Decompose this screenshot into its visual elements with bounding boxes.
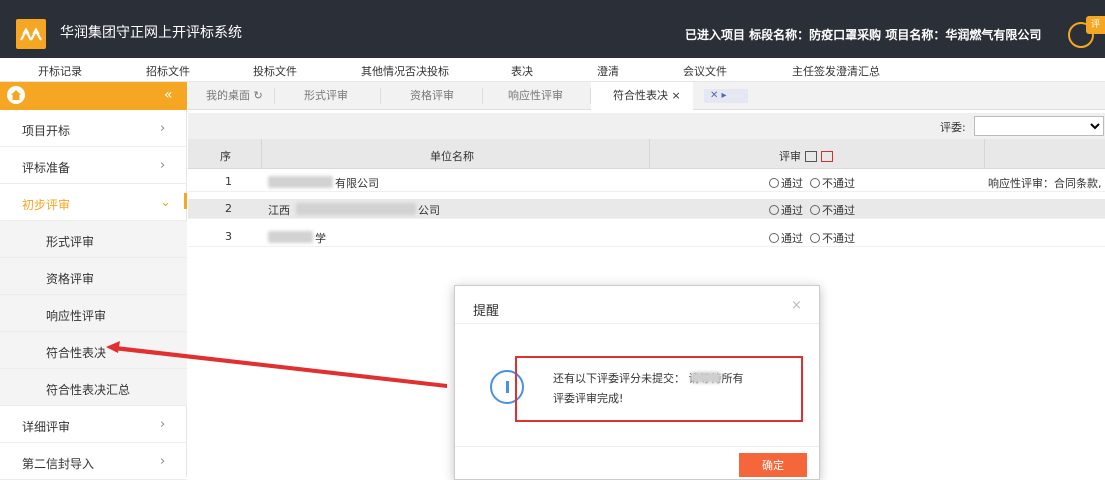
sidebar-item-preliminary-review[interactable]: 初步评审 ⌄ xyxy=(0,184,187,221)
sidebar-item-label: 第二信封导入 xyxy=(22,457,95,471)
unit-name: 江西 xyxy=(268,204,290,217)
sidebar-item-eval-prep[interactable]: 评标准备 › xyxy=(0,147,187,184)
redacted-text xyxy=(296,203,416,215)
column-divider xyxy=(649,139,650,169)
unit-name-suffix: 公司 xyxy=(418,204,440,217)
table-row: 3 学 通过 不通过 xyxy=(188,227,1105,247)
sidebar-item-second-envelope[interactable]: 第二信封导入 › xyxy=(0,443,187,480)
tab-responsiveness-review[interactable]: 响应性评审 xyxy=(508,82,563,110)
radio-fail[interactable]: 不通过 xyxy=(810,230,855,246)
menu-item-vote[interactable]: 表决 xyxy=(511,63,533,79)
logo-icon xyxy=(16,19,46,49)
dialog-divider xyxy=(455,446,819,447)
sidebar-item-project-opening[interactable]: 项目开标 › xyxy=(0,110,187,147)
row-number: 1 xyxy=(225,175,232,188)
chevron-right-icon: › xyxy=(160,417,166,432)
filter-bar: 评委: xyxy=(188,113,1105,139)
tab-qualification-review[interactable]: 资格评审 xyxy=(410,82,454,110)
review-note: 响应性评审：合同条款, xyxy=(988,177,1102,190)
radio-pass[interactable]: 通过 xyxy=(769,175,803,191)
redacted-text xyxy=(268,176,333,188)
dialog-divider xyxy=(455,323,819,324)
column-divider xyxy=(984,139,985,169)
highlight-box xyxy=(515,356,803,422)
radio-pass[interactable]: 通过 xyxy=(769,202,803,218)
tab-divider xyxy=(274,88,275,104)
chevron-right-icon: › xyxy=(160,158,166,173)
tab-scroll-nav[interactable]: ✕ ▸ xyxy=(704,89,748,103)
menu-item-director-summary[interactable]: 主任签发澄清汇总 xyxy=(792,63,880,79)
chevron-down-icon: ⌄ xyxy=(160,195,171,210)
sidebar-item-qualification-review[interactable]: 资格评审 xyxy=(0,258,187,295)
sidebar-item-label: 形式评审 xyxy=(46,235,95,249)
radio-pass[interactable]: 通过 xyxy=(769,230,803,246)
menu-item-opening-record[interactable]: 开标记录 xyxy=(38,63,82,79)
table-row: 2 江西 公司 通过 不通过 xyxy=(188,199,1105,219)
close-icon[interactable]: × xyxy=(791,298,802,313)
project-info: 已进入项目 标段名称：防疫口罩采购 项目名称：华润燃气有限公司 xyxy=(685,28,1042,42)
column-divider xyxy=(261,139,262,169)
sidebar-item-label: 符合性表决汇总 xyxy=(46,383,131,397)
radio-fail[interactable]: 不通过 xyxy=(810,202,855,218)
chevron-right-icon: › xyxy=(160,454,166,469)
ok-button[interactable]: 确定 xyxy=(739,453,807,477)
radio-fail[interactable]: 不通过 xyxy=(810,175,855,191)
tab-my-desktop[interactable]: 我的桌面 ↻ xyxy=(206,82,263,110)
sidebar-header: « xyxy=(0,82,187,110)
menu-item-tender-doc[interactable]: 招标文件 xyxy=(146,63,190,79)
tab-divider xyxy=(380,88,381,104)
reminder-dialog: 提醒 × 还有以下评委评分未提交： 请等待所有 评委评审完成! 确定 xyxy=(454,285,820,480)
approve-all-icon[interactable] xyxy=(805,151,817,162)
sidebar-item-conformity-summary[interactable]: 符合性表决汇总 xyxy=(0,369,187,406)
app-header: 华润集团守正网上开评标系统 已进入项目 标段名称：防疫口罩采购 项目名称：华润燃… xyxy=(0,0,1105,58)
tab-divider xyxy=(482,88,483,104)
sidebar-item-label: 评标准备 xyxy=(22,161,71,175)
tab-bar: 我的桌面 ↻ 形式评审 资格评审 响应性评审 符合性表决 × ✕ ▸ xyxy=(188,82,1105,110)
dialog-title: 提醒 xyxy=(473,304,500,319)
sidebar-item-label: 符合性表决 xyxy=(46,346,107,360)
sidebar-item-label: 初步评审 xyxy=(22,198,71,212)
unit-name: 学 xyxy=(315,232,326,245)
menu-item-other-rejection[interactable]: 其他情况否决投标 xyxy=(361,63,449,79)
sidebar-item-responsiveness-review[interactable]: 响应性评审 xyxy=(0,295,187,332)
tab-conformity-vote[interactable]: 符合性表决 × xyxy=(591,82,693,110)
table-header: 序 单位名称 评审 xyxy=(188,139,1105,169)
chevron-right-icon: › xyxy=(160,121,166,136)
reviewer-label: 评委: xyxy=(940,121,966,134)
sidebar: « 项目开标 › 评标准备 › 初步评审 ⌄ 形式评审 资格评审 响应性评审 符… xyxy=(0,82,187,480)
column-header-no: 序 xyxy=(220,150,231,163)
app-title: 华润集团守正网上开评标系统 xyxy=(60,25,242,41)
menu-item-bid-doc[interactable]: 投标文件 xyxy=(253,63,297,79)
menu-item-meeting-doc[interactable]: 会议文件 xyxy=(683,63,727,79)
tab-form-review[interactable]: 形式评审 xyxy=(304,82,348,110)
sidebar-item-label: 详细评审 xyxy=(22,420,71,434)
column-header-unit-name: 单位名称 xyxy=(430,150,474,163)
sidebar-item-conformity-vote[interactable]: 符合性表决 xyxy=(0,332,187,369)
row-number: 2 xyxy=(225,202,232,215)
sidebar-item-label: 响应性评审 xyxy=(46,309,107,323)
column-header-review: 评审 xyxy=(779,148,833,164)
user-badge: 评 xyxy=(1086,16,1105,34)
reviewer-select[interactable] xyxy=(974,116,1104,136)
home-icon[interactable] xyxy=(7,86,25,104)
unit-name: 有限公司 xyxy=(335,177,379,190)
active-indicator xyxy=(184,193,187,209)
row-number: 3 xyxy=(225,230,232,243)
sidebar-item-label: 资格评审 xyxy=(46,272,95,286)
reject-all-icon[interactable] xyxy=(821,151,833,162)
redacted-text xyxy=(268,231,313,243)
sidebar-item-detailed-review[interactable]: 详细评审 › xyxy=(0,406,187,443)
menu-item-clarify[interactable]: 澄清 xyxy=(597,63,619,79)
collapse-sidebar-icon[interactable]: « xyxy=(164,87,173,103)
table-row: 1 有限公司 通过 不通过 响应性评审：合同条款, xyxy=(188,172,1105,192)
sidebar-item-label: 项目开标 xyxy=(22,124,71,138)
sidebar-item-form-review[interactable]: 形式评审 xyxy=(0,221,187,258)
top-menu: 开标记录 招标文件 投标文件 其他情况否决投标 表决 澄清 会议文件 主任签发澄… xyxy=(0,58,1105,82)
